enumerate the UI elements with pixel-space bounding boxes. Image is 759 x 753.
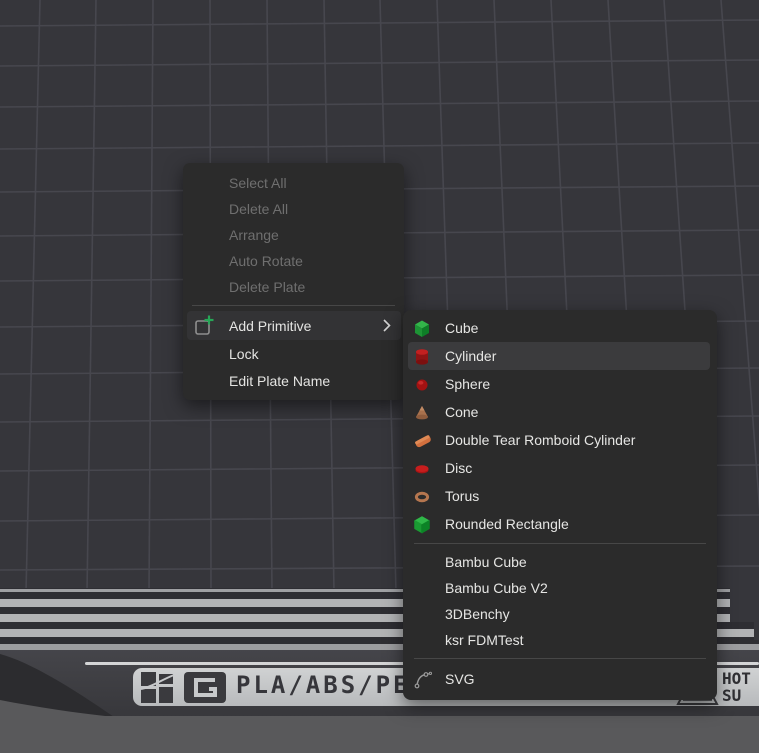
chevron-right-icon [383, 319, 391, 332]
submenu-separator [414, 658, 706, 659]
submenu-item-label: Cylinder [445, 348, 496, 364]
disc-icon [414, 460, 430, 478]
bezier-curve-icon [414, 671, 432, 689]
submenu-item-cube[interactable]: Cube [403, 314, 717, 342]
submenu-item-label: Sphere [445, 376, 490, 392]
submenu-item-label: SVG [445, 671, 475, 687]
submenu-item-rounded-rectangle[interactable]: Rounded Rectangle [403, 510, 717, 538]
menu-item-edit-plate-name[interactable]: Edit Plate Name [183, 367, 404, 394]
plate-context-menu: Select All Delete All Arrange Auto Rotat… [183, 163, 404, 400]
menu-item-label: Lock [229, 346, 259, 362]
hot-warning-line2: SU [722, 687, 759, 704]
menu-item-label: Auto Rotate [229, 253, 303, 269]
submenu-item-torus[interactable]: Torus [403, 482, 717, 510]
romboid-cylinder-icon [414, 432, 432, 450]
torus-icon [414, 488, 430, 506]
submenu-item-3dbenchy[interactable]: 3DBenchy [403, 601, 717, 627]
add-plate-plus-icon [193, 315, 215, 337]
viewport-floor [0, 716, 759, 753]
menu-item-add-primitive[interactable]: Add Primitive [187, 311, 401, 340]
submenu-separator [414, 543, 706, 544]
sphere-icon [414, 376, 430, 394]
cylinder-icon [414, 348, 430, 366]
submenu-item-cylinder[interactable]: Cylinder [408, 342, 710, 370]
submenu-item-double-tear-romboid-cylinder[interactable]: Double Tear Romboid Cylinder [403, 426, 717, 454]
menu-item-select-all: Select All [183, 170, 404, 196]
rounded-rectangle-icon [414, 516, 430, 534]
submenu-item-svg[interactable]: SVG [403, 664, 717, 694]
menu-item-label: Select All [229, 175, 287, 191]
hot-warning-line1: HOT [722, 670, 759, 687]
menu-item-label: Edit Plate Name [229, 373, 330, 389]
submenu-item-label: Rounded Rectangle [445, 516, 569, 532]
cone-icon [414, 404, 430, 422]
plate-edge-step [754, 588, 759, 640]
cube-icon [414, 320, 430, 338]
menu-item-arrange: Arrange [183, 222, 404, 248]
menu-item-delete-all: Delete All [183, 196, 404, 222]
menu-item-label: Delete All [229, 201, 288, 217]
submenu-item-label: Bambu Cube V2 [445, 580, 548, 596]
menu-item-label: Delete Plate [229, 279, 305, 295]
submenu-item-cone[interactable]: Cone [403, 398, 717, 426]
submenu-item-label: Double Tear Romboid Cylinder [445, 432, 635, 448]
add-primitive-submenu: Cube Cylinder Sphere Cone Do [403, 310, 717, 700]
menu-item-lock[interactable]: Lock [183, 340, 404, 367]
menu-separator [192, 305, 395, 306]
submenu-item-ksr-fdmtest[interactable]: ksr FDMTest [403, 627, 717, 653]
submenu-item-label: Cube [445, 320, 478, 336]
submenu-item-bambu-cube[interactable]: Bambu Cube [403, 549, 717, 575]
submenu-item-label: Bambu Cube [445, 554, 527, 570]
plate-corner-chamfer [0, 650, 120, 717]
submenu-item-label: ksr FDMTest [445, 632, 524, 648]
menu-item-label: Arrange [229, 227, 279, 243]
hot-surface-warning-text: HOT SU [722, 670, 759, 706]
menu-item-label: Add Primitive [229, 318, 311, 334]
plate-maker-logo-icon [184, 672, 226, 703]
submenu-item-disc[interactable]: Disc [403, 454, 717, 482]
plate-brand-logo-icon [141, 672, 175, 703]
menu-item-auto-rotate: Auto Rotate [183, 248, 404, 274]
menu-item-delete-plate: Delete Plate [183, 274, 404, 300]
submenu-item-bambu-cube-v2[interactable]: Bambu Cube V2 [403, 575, 717, 601]
submenu-item-label: Torus [445, 488, 479, 504]
submenu-item-label: Cone [445, 404, 478, 420]
submenu-item-label: 3DBenchy [445, 606, 510, 622]
submenu-item-sphere[interactable]: Sphere [403, 370, 717, 398]
submenu-item-label: Disc [445, 460, 472, 476]
